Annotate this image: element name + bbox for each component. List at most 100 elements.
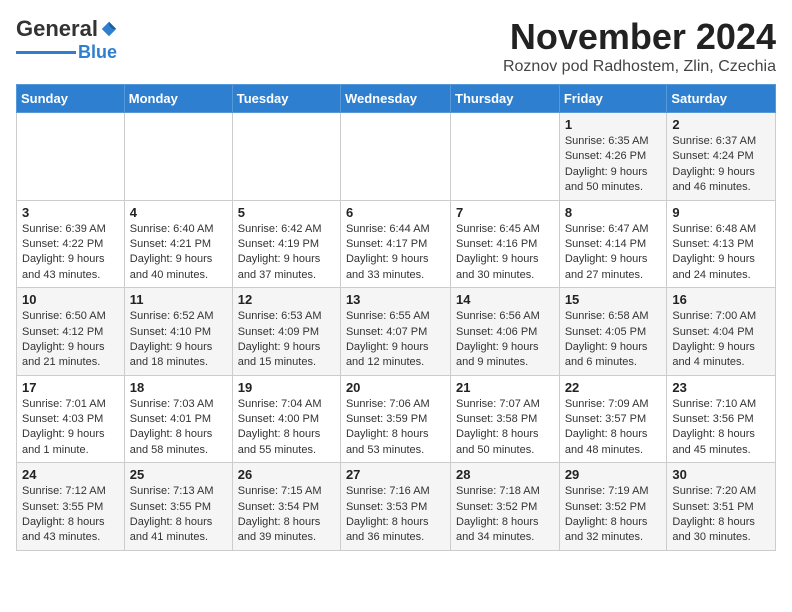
calendar-cell: 28Sunrise: 7:18 AM Sunset: 3:52 PM Dayli… — [451, 463, 560, 551]
calendar-cell: 4Sunrise: 6:40 AM Sunset: 4:21 PM Daylig… — [124, 200, 232, 288]
day-of-week-header: Saturday — [667, 85, 776, 113]
day-number: 10 — [22, 292, 119, 307]
day-of-week-header: Thursday — [451, 85, 560, 113]
calendar-cell: 11 Sunrise: 6:52 AM Sunset: 4:10 PM Dayli… — [124, 288, 232, 376]
day-number: 26 — [238, 467, 335, 482]
calendar-cell: 27 Sunrise: 7:16 AM Sunset: 3:53 PM Dayli… — [340, 463, 450, 551]
calendar-cell: 13 Sunrise: 6:55 AM Sunset: 4:07 PM Dayli… — [340, 288, 450, 376]
calendar-cell: 29 Sunrise: 7:19 AM Sunset: 3:52 PM Dayli… — [559, 463, 667, 551]
day-number: 30 — [672, 467, 770, 482]
calendar-subtitle: Roznov pod Radhostem, Zlin, Czechia — [503, 58, 776, 76]
calendar-cell: 30 Sunrise: 7:20 AM Sunset: 3:51 PM Dayli… — [667, 463, 776, 551]
day-info: Sunrise: 6:35 AM Sunset: 4:26 PM Dayligh… — [565, 134, 662, 196]
day-number: 25 — [130, 467, 227, 482]
calendar-cell: 2 Sunrise: 6:37 AM Sunset: 4:24 PM Daylig… — [667, 113, 776, 201]
calendar-cell: 19 Sunrise: 7:04 AM Sunset: 4:00 PM Dayli… — [232, 375, 340, 463]
day-number: 21 — [456, 380, 554, 395]
day-info: Sunrise: 6:58 AM Sunset: 4:05 PM Dayligh… — [565, 309, 662, 371]
day-number: 1 — [565, 117, 662, 132]
calendar-title: November 2024 — [503, 16, 776, 58]
calendar-week-row: 24 Sunrise: 7:12 AM Sunset: 3:55 PM Dayli… — [17, 463, 776, 551]
day-info: Sunrise: 6:39 AM Sunset: 4:22 PM Dayligh… — [22, 222, 119, 284]
day-number: 20 — [346, 380, 445, 395]
day-number: 13 — [346, 292, 445, 307]
day-info: Sunrise: 7:16 AM Sunset: 3:53 PM Dayligh… — [346, 484, 445, 546]
day-number: 3 — [22, 205, 119, 220]
day-info: Sunrise: 6:42 AM Sunset: 4:19 PM Dayligh… — [238, 222, 335, 284]
day-number: 22 — [565, 380, 662, 395]
day-number: 5 — [238, 205, 335, 220]
calendar-cell: 17Sunrise: 7:01 AM Sunset: 4:03 PM Dayli… — [17, 375, 125, 463]
day-number: 11 — [130, 292, 227, 307]
calendar-cell: 12 Sunrise: 6:53 AM Sunset: 4:09 PM Dayli… — [232, 288, 340, 376]
day-info: Sunrise: 7:19 AM Sunset: 3:52 PM Dayligh… — [565, 484, 662, 546]
day-number: 23 — [672, 380, 770, 395]
day-info: Sunrise: 7:18 AM Sunset: 3:52 PM Dayligh… — [456, 484, 554, 546]
day-info: Sunrise: 6:56 AM Sunset: 4:06 PM Dayligh… — [456, 309, 554, 371]
days-header-row: SundayMondayTuesdayWednesdayThursdayFrid… — [17, 85, 776, 113]
calendar-week-row: 17Sunrise: 7:01 AM Sunset: 4:03 PM Dayli… — [17, 375, 776, 463]
day-info: Sunrise: 6:55 AM Sunset: 4:07 PM Dayligh… — [346, 309, 445, 371]
day-of-week-header: Tuesday — [232, 85, 340, 113]
day-of-week-header: Friday — [559, 85, 667, 113]
day-number: 2 — [672, 117, 770, 132]
day-info: Sunrise: 6:52 AM Sunset: 4:10 PM Dayligh… — [130, 309, 227, 371]
day-number: 17 — [22, 380, 119, 395]
calendar-cell — [451, 113, 560, 201]
day-number: 16 — [672, 292, 770, 307]
calendar-week-row: 3 Sunrise: 6:39 AM Sunset: 4:22 PM Daylig… — [17, 200, 776, 288]
calendar-cell: 1 Sunrise: 6:35 AM Sunset: 4:26 PM Daylig… — [559, 113, 667, 201]
day-info: Sunrise: 7:04 AM Sunset: 4:00 PM Dayligh… — [238, 397, 335, 459]
day-info: Sunrise: 7:15 AM Sunset: 3:54 PM Dayligh… — [238, 484, 335, 546]
day-of-week-header: Monday — [124, 85, 232, 113]
day-number: 27 — [346, 467, 445, 482]
day-number: 29 — [565, 467, 662, 482]
logo-blue-text: Blue — [78, 42, 117, 63]
day-info: Sunrise: 7:13 AM Sunset: 3:55 PM Dayligh… — [130, 484, 227, 546]
calendar-cell: 25 Sunrise: 7:13 AM Sunset: 3:55 PM Dayli… — [124, 463, 232, 551]
calendar-cell: 15Sunrise: 6:58 AM Sunset: 4:05 PM Dayli… — [559, 288, 667, 376]
day-info: Sunrise: 6:45 AM Sunset: 4:16 PM Dayligh… — [456, 222, 554, 284]
day-number: 9 — [672, 205, 770, 220]
day-number: 19 — [238, 380, 335, 395]
calendar-cell — [17, 113, 125, 201]
header: General Blue November 2024 Roznov pod Ra… — [16, 16, 776, 76]
calendar-cell: 14 Sunrise: 6:56 AM Sunset: 4:06 PM Dayli… — [451, 288, 560, 376]
logo-icon — [100, 20, 118, 38]
day-number: 6 — [346, 205, 445, 220]
calendar-cell: 21 Sunrise: 7:07 AM Sunset: 3:58 PM Dayli… — [451, 375, 560, 463]
day-info: Sunrise: 7:07 AM Sunset: 3:58 PM Dayligh… — [456, 397, 554, 459]
day-info: Sunrise: 6:37 AM Sunset: 4:24 PM Dayligh… — [672, 134, 770, 196]
calendar-cell: 20 Sunrise: 7:06 AM Sunset: 3:59 PM Dayli… — [340, 375, 450, 463]
day-info: Sunrise: 7:00 AM Sunset: 4:04 PM Dayligh… — [672, 309, 770, 371]
day-info: Sunrise: 6:53 AM Sunset: 4:09 PM Dayligh… — [238, 309, 335, 371]
day-number: 14 — [456, 292, 554, 307]
day-number: 24 — [22, 467, 119, 482]
day-number: 7 — [456, 205, 554, 220]
day-info: Sunrise: 7:20 AM Sunset: 3:51 PM Dayligh… — [672, 484, 770, 546]
calendar-cell — [124, 113, 232, 201]
calendar-cell: 22 Sunrise: 7:09 AM Sunset: 3:57 PM Dayli… — [559, 375, 667, 463]
day-info: Sunrise: 7:10 AM Sunset: 3:56 PM Dayligh… — [672, 397, 770, 459]
day-info: Sunrise: 7:12 AM Sunset: 3:55 PM Dayligh… — [22, 484, 119, 546]
day-info: Sunrise: 7:09 AM Sunset: 3:57 PM Dayligh… — [565, 397, 662, 459]
day-of-week-header: Wednesday — [340, 85, 450, 113]
calendar-cell: 18Sunrise: 7:03 AM Sunset: 4:01 PM Dayli… — [124, 375, 232, 463]
calendar-cell — [340, 113, 450, 201]
day-info: Sunrise: 6:48 AM Sunset: 4:13 PM Dayligh… — [672, 222, 770, 284]
calendar-cell: 10 Sunrise: 6:50 AM Sunset: 4:12 PM Dayli… — [17, 288, 125, 376]
day-info: Sunrise: 6:50 AM Sunset: 4:12 PM Dayligh… — [22, 309, 119, 371]
day-info: Sunrise: 6:47 AM Sunset: 4:14 PM Dayligh… — [565, 222, 662, 284]
calendar-cell: 3 Sunrise: 6:39 AM Sunset: 4:22 PM Daylig… — [17, 200, 125, 288]
calendar-table: SundayMondayTuesdayWednesdayThursdayFrid… — [16, 84, 776, 551]
calendar-cell: 16 Sunrise: 7:00 AM Sunset: 4:04 PM Dayli… — [667, 288, 776, 376]
calendar-cell: 6Sunrise: 6:44 AM Sunset: 4:17 PM Daylig… — [340, 200, 450, 288]
title-area: November 2024 Roznov pod Radhostem, Zlin… — [503, 16, 776, 76]
logo: General Blue — [16, 16, 118, 63]
calendar-cell: 24 Sunrise: 7:12 AM Sunset: 3:55 PM Dayli… — [17, 463, 125, 551]
day-number: 4 — [130, 205, 227, 220]
logo-general-text: General — [16, 16, 98, 42]
day-number: 12 — [238, 292, 335, 307]
calendar-week-row: 1 Sunrise: 6:35 AM Sunset: 4:26 PM Daylig… — [17, 113, 776, 201]
day-info: Sunrise: 7:06 AM Sunset: 3:59 PM Dayligh… — [346, 397, 445, 459]
